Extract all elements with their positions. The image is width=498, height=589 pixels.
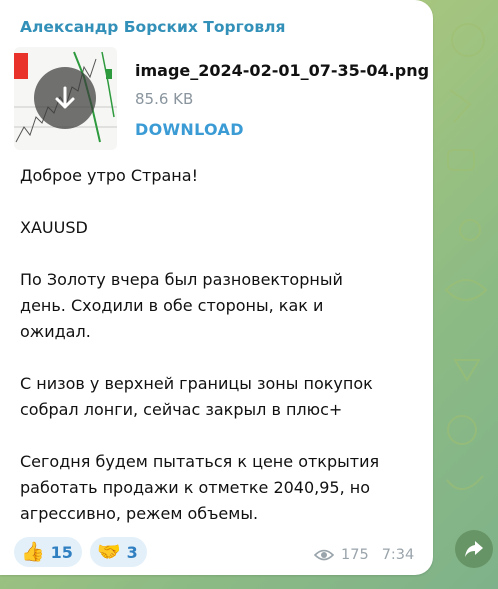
download-arrow-icon[interactable] (34, 67, 96, 129)
text-line: XAUUSD (20, 218, 88, 237)
reaction-handshake[interactable]: 🤝 3 (90, 537, 147, 567)
message-meta: 175 7:34 (314, 547, 414, 563)
reaction-count: 15 (50, 542, 73, 562)
text-line: ожидал. (20, 322, 91, 341)
text-line: работать продажи к отметке 2040,95, но (20, 478, 371, 497)
text-line: Сегодня будем пытаться к цене открытия (20, 452, 380, 471)
text-line: По Золоту вчера был разновекторный (20, 270, 343, 289)
message-time: 7:34 (381, 547, 415, 563)
message-bubble: Александр Борских Торговля image_2024-02… (0, 0, 433, 575)
share-button[interactable] (455, 530, 493, 568)
text-line: С низов у верхней границы зоны покупок (20, 374, 373, 393)
message-text: Доброе утро Страна! XAUUSD По Золоту вче… (20, 163, 425, 527)
handshake-icon: 🤝 (97, 540, 121, 563)
reaction-count: 3 (126, 542, 138, 562)
text-line: агрессивно, режем объемы. (20, 504, 259, 523)
text-line: собрал лонги, сейчас закрыл в плюс+ (20, 400, 343, 419)
sender-name[interactable]: Александр Борских Торговля (20, 18, 285, 36)
eye-icon (314, 549, 334, 561)
share-arrow-icon (465, 541, 483, 557)
view-count: 175 (341, 547, 369, 563)
thumbs-up-icon: 👍 (21, 540, 45, 563)
reaction-thumbs-up[interactable]: 👍 15 (14, 537, 82, 567)
download-link[interactable]: DOWNLOAD (135, 120, 244, 139)
file-name: image_2024-02-01_07-35-04.png (135, 61, 430, 80)
file-size: 85.6 KB (135, 90, 194, 108)
text-line: день. Сходили в обе стороны, как и (20, 296, 324, 315)
image-thumbnail[interactable] (14, 47, 117, 150)
text-line: Доброе утро Страна! (20, 166, 198, 185)
